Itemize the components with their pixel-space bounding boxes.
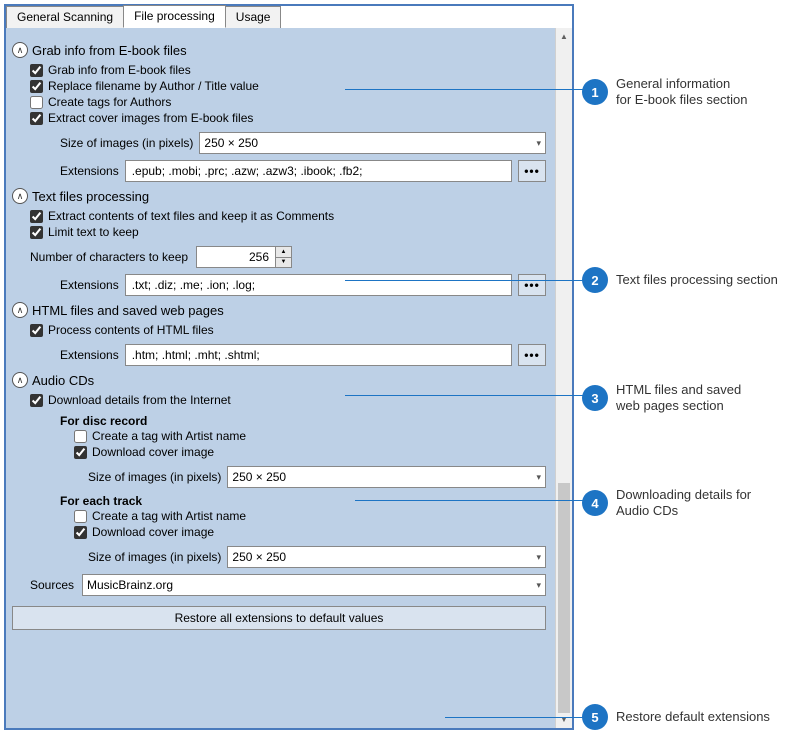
sources-label: Sources [30,578,76,592]
checkbox-extract-text[interactable]: Extract contents of text files and keep … [30,208,546,224]
checkbox-input[interactable] [30,80,43,93]
checkbox-disc-download-cover[interactable]: Download cover image [74,444,546,460]
num-chars-input[interactable] [196,246,276,268]
tab-file-processing[interactable]: File processing [123,5,226,28]
section-text-header[interactable]: ∧ Text files processing [12,188,546,204]
checkbox-input[interactable] [74,446,87,459]
checkbox-input[interactable] [30,112,43,125]
callout-text-1: General information for E-book files sec… [616,76,748,109]
section-ebook-title: Grab info from E-book files [32,43,187,58]
chevron-down-icon: ▾ [536,580,541,591]
tab-usage[interactable]: Usage [225,6,282,29]
settings-panel: General Scanning File processing Usage ▲… [4,4,574,730]
html-extensions-input[interactable]: .htm; .html; .mht; .shtml; [125,344,512,366]
spinner-down-icon[interactable]: ▼ [276,257,292,269]
checkbox-track-tag-artist[interactable]: Create a tag with Artist name [74,508,546,524]
callout-text-5: Restore default extensions [616,709,770,725]
section-html-title: HTML files and saved web pages [32,303,224,318]
track-subheader: For each track [30,494,546,508]
callout-badge-3: 3 [582,385,608,411]
scroll-thumb[interactable] [558,483,570,713]
callout-badge-4: 4 [582,490,608,516]
section-ebook-header[interactable]: ∧ Grab info from E-book files [12,42,546,58]
ebook-ext-more-button[interactable]: ••• [518,160,546,182]
num-chars-spinner[interactable]: ▲ ▼ [196,246,292,268]
chevron-up-icon[interactable]: ∧ [12,42,28,58]
section-html-header[interactable]: ∧ HTML files and saved web pages [12,302,546,318]
callout-text-4: Downloading details for Audio CDs [616,487,783,520]
section-audio-title: Audio CDs [32,373,94,388]
checkbox-input[interactable] [74,510,87,523]
html-ext-label: Extensions [60,348,119,362]
checkbox-limit-text[interactable]: Limit text to keep [30,224,546,240]
tab-general-scanning[interactable]: General Scanning [6,6,124,29]
text-ext-more-button[interactable]: ••• [518,274,546,296]
panel-body: ▲ ▼ ∧ Grab info from E-book files Grab i… [6,28,572,728]
chevron-up-icon[interactable]: ∧ [12,372,28,388]
disc-size-label: Size of images (in pixels) [88,470,221,484]
num-chars-label: Number of characters to keep [30,250,190,264]
sources-select[interactable]: MusicBrainz.org ▾ [82,574,546,596]
callout-text-2: Text files processing section [616,272,778,288]
checkbox-input[interactable] [30,226,43,239]
ebook-size-select[interactable]: 250 × 250 ▾ [199,132,546,154]
callout-badge-5: 5 [582,704,608,730]
checkbox-input[interactable] [74,430,87,443]
leader-line [345,395,583,396]
ebook-ext-label: Extensions [60,164,119,178]
chevron-up-icon[interactable]: ∧ [12,302,28,318]
leader-line [355,500,583,501]
checkbox-create-tags-authors[interactable]: Create tags for Authors [30,94,546,110]
spinner-up-icon[interactable]: ▲ [276,246,292,257]
callout-badge-1: 1 [582,79,608,105]
html-ext-more-button[interactable]: ••• [518,344,546,366]
callout-badge-2: 2 [582,267,608,293]
chevron-down-icon: ▾ [536,552,541,563]
leader-line [345,280,583,281]
checkbox-input[interactable] [30,64,43,77]
checkbox-extract-cover[interactable]: Extract cover images from E-book files [30,110,546,126]
tab-bar: General Scanning File processing Usage [6,5,572,28]
disc-size-select[interactable]: 250 × 250 ▾ [227,466,546,488]
checkbox-input[interactable] [74,526,87,539]
checkbox-input[interactable] [30,394,43,407]
checkbox-input[interactable] [30,210,43,223]
callout-text-3: HTML files and saved web pages section [616,382,741,415]
checkbox-replace-filename[interactable]: Replace filename by Author / Title value [30,78,546,94]
leader-line [345,89,583,90]
checkbox-track-download-cover[interactable]: Download cover image [74,524,546,540]
checkbox-grab-ebook[interactable]: Grab info from E-book files [30,62,546,78]
chevron-up-icon[interactable]: ∧ [12,188,28,204]
chevron-down-icon: ▾ [536,138,541,149]
track-size-label: Size of images (in pixels) [88,550,221,564]
leader-line [445,717,583,718]
section-text-title: Text files processing [32,189,149,204]
restore-extensions-button[interactable]: Restore all extensions to default values [12,606,546,630]
vertical-scrollbar[interactable]: ▲ ▼ [555,28,572,728]
chevron-down-icon: ▾ [536,472,541,483]
section-audio-header[interactable]: ∧ Audio CDs [12,372,546,388]
checkbox-process-html[interactable]: Process contents of HTML files [30,322,546,338]
checkbox-input[interactable] [30,96,43,109]
ebook-size-label: Size of images (in pixels) [60,136,193,150]
checkbox-input[interactable] [30,324,43,337]
track-size-select[interactable]: 250 × 250 ▾ [227,546,546,568]
text-ext-label: Extensions [60,278,119,292]
scroll-up-icon[interactable]: ▲ [556,28,572,45]
text-extensions-input[interactable]: .txt; .diz; .me; .ion; .log; [125,274,512,296]
checkbox-disc-tag-artist[interactable]: Create a tag with Artist name [74,428,546,444]
ebook-extensions-input[interactable]: .epub; .mobi; .prc; .azw; .azw3; .ibook;… [125,160,512,182]
disc-record-subheader: For disc record [30,414,546,428]
scroll-down-icon[interactable]: ▼ [556,711,572,728]
annotations: 1 General information for E-book files s… [582,4,783,730]
